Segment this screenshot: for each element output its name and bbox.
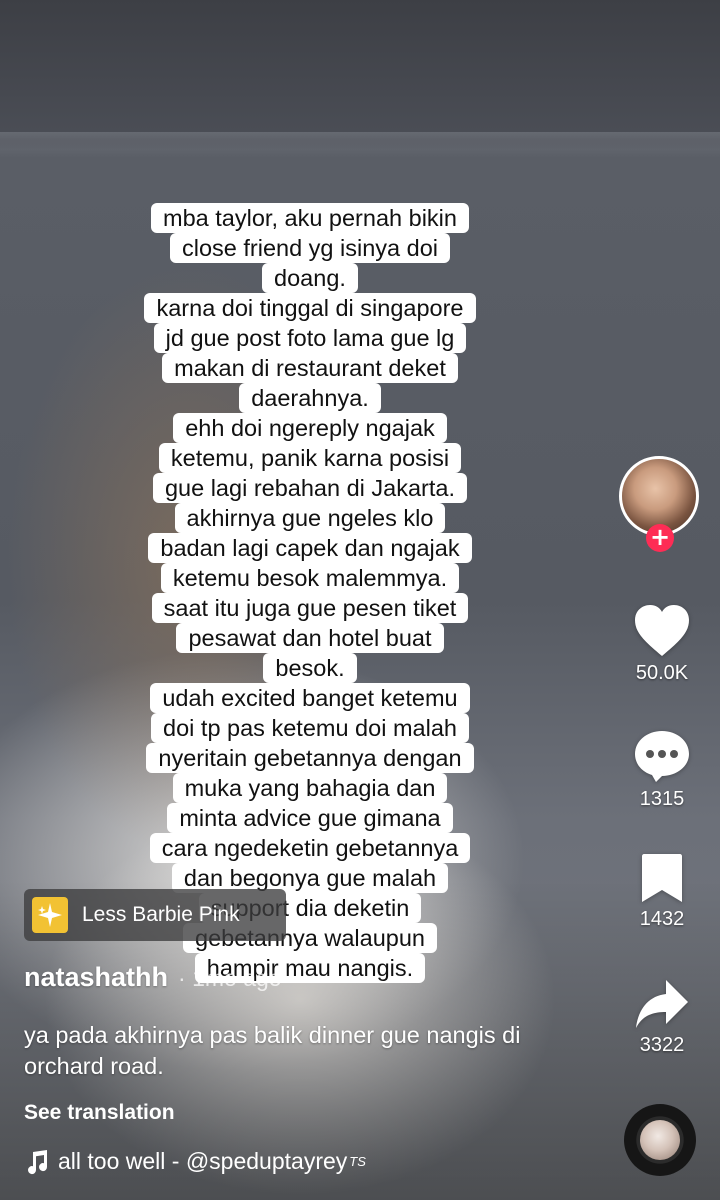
creator-username[interactable]: natashathh [24,962,168,993]
caption-line: mba taylor, aku pernah bikin [151,203,469,233]
caption-line: muka yang bahagia dan [172,773,448,803]
caption-line: minta advice gue gimana [167,803,453,833]
comment-icon [635,731,689,782]
caption-line: doi tp pas ketemu doi malah [151,713,469,743]
music-disc-cover [640,1120,680,1160]
effect-label: Less Barbie Pink [82,903,240,926]
caption-line: ketemu, panik karna posisi [158,443,462,473]
caption-line: ketemu besok malemmya. [160,563,460,593]
caption-line: nyeritain gebetannya dengan [146,743,474,773]
see-translation-link[interactable]: See translation [24,1101,175,1125]
share-count: 3322 [639,1034,685,1056]
music-note-icon [28,1149,48,1174]
video-caption-overlay: mba taylor, aku pernah bikin close friend… [0,203,620,983]
creator-avatar-group: + [612,456,712,566]
bookmark-icon [642,854,682,902]
caption-line: doang. [262,263,358,293]
music-disc[interactable] [624,1104,696,1176]
share-button[interactable]: 3322 [612,978,712,1088]
caption-line: gue lagi rebahan di Jakarta. [152,473,468,503]
video-background-detail [0,132,720,158]
creator-info: natashathh · 1mo ago [24,962,282,993]
caption-line: pesawat dan hotel buat [176,623,444,653]
caption-line: makan di restaurant deket [162,353,458,383]
caption-line: karna doi tinggal di singapore [144,293,476,323]
sparkle-icon [32,897,68,933]
like-button[interactable]: 50.0K [612,604,712,714]
post-description[interactable]: ya pada akhirnya pas balik dinner gue na… [24,1020,564,1082]
effect-chip[interactable]: Less Barbie Pink [24,889,286,941]
caption-line: saat itu juga gue pesen tiket [151,593,469,623]
music-info[interactable]: all too well - @speduptayrey TS [24,1148,366,1175]
save-count: 1432 [639,908,685,930]
heart-icon [635,605,689,656]
caption-line: besok. [263,653,357,683]
music-title: all too well - @speduptayrey [58,1148,348,1174]
caption-line: akhirnya gue ngeles klo [174,503,446,533]
caption-line: udah excited banget ketemu [150,683,470,713]
post-time: · 1mo ago [178,965,282,991]
caption-line: badan lagi capek dan ngajak [148,533,472,563]
caption-line: jd gue post foto lama gue lg [153,323,467,353]
follow-button[interactable]: + [646,524,674,552]
like-count: 50.0K [635,662,689,684]
share-arrow-icon [636,980,688,1028]
caption-line: cara ngedeketin gebetannya [149,833,471,863]
caption-line: ehh doi ngereply ngajak [173,413,447,443]
caption-line: daerahnya. [239,383,381,413]
caption-line: close friend yg isinya doi [169,233,451,263]
music-badge: TS [349,1154,366,1169]
comment-count: 1315 [639,788,685,810]
comment-button[interactable]: 1315 [612,728,712,838]
save-button[interactable]: 1432 [612,852,712,962]
